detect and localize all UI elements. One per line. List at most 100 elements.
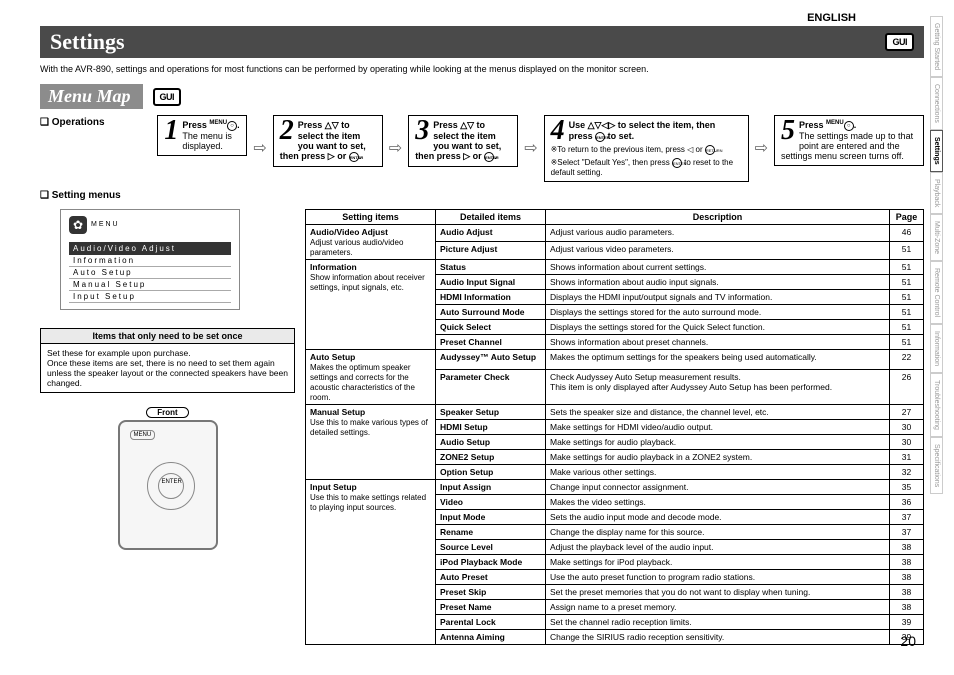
detail-cell: Antenna Aiming <box>436 629 546 644</box>
page-cell: 37 <box>890 524 924 539</box>
menu-map-row: Menu Map GUI <box>40 84 924 109</box>
set-once-body: Set these for example upon purchase. Onc… <box>41 344 294 392</box>
side-tab[interactable]: Remote Control <box>930 261 943 324</box>
detail-cell: Picture Adjust <box>436 242 546 260</box>
description-cell: Adjust various audio parameters. <box>546 224 890 242</box>
description-cell: Adjust the playback level of the audio i… <box>546 539 890 554</box>
left-column: ✿ MENU Audio/Video Adjust Information Au… <box>40 209 295 645</box>
detail-cell: Auto Surround Mode <box>436 304 546 319</box>
table-row: InformationShow information about receiv… <box>306 259 924 274</box>
step-2: 2 Press △▽ to select the item you want t… <box>273 115 383 167</box>
description-cell: Assign name to a preset memory. <box>546 599 890 614</box>
menu-label: MENU <box>91 221 120 228</box>
detail-cell: ZONE2 Setup <box>436 449 546 464</box>
th-detail: Detailed items <box>436 209 546 224</box>
settings-table-wrap: Setting items Detailed items Description… <box>305 209 924 645</box>
setting-menus-heading: Setting menus <box>40 190 924 201</box>
description-cell: Displays the HDMI input/output signals a… <box>546 289 890 304</box>
description-cell: Set the preset memories that you do not … <box>546 584 890 599</box>
step-number: 1 <box>164 120 178 142</box>
enter-button-icon: ENTER <box>595 132 605 142</box>
step-number: 4 <box>551 120 565 142</box>
side-tab[interactable]: Playback <box>930 172 943 214</box>
description-cell: Make settings for HDMI video/audio outpu… <box>546 419 890 434</box>
th-page: Page <box>890 209 924 224</box>
gui-badge-icon: GUI <box>885 33 914 51</box>
detail-cell: Audyssey™ Auto Setup <box>436 349 546 370</box>
side-tab[interactable]: Settings <box>930 130 943 172</box>
detail-cell: Quick Select <box>436 319 546 334</box>
arrow-icon: ⇨ <box>253 138 266 158</box>
side-tab[interactable]: Multi-Zone <box>930 214 943 261</box>
page-cell: 22 <box>890 349 924 370</box>
table-row: Auto SetupMakes the optimum speaker sett… <box>306 349 924 370</box>
enter-button-icon: ENTER <box>484 152 494 162</box>
detail-cell: Preset Skip <box>436 584 546 599</box>
description-cell: Change the SIRIUS radio reception sensit… <box>546 629 890 644</box>
menu-item: Auto Setup <box>69 267 231 279</box>
step-4: 4 Use △▽◁▷ to select the item, then pres… <box>544 115 749 182</box>
setting-item-cell: Manual SetupUse this to make various typ… <box>306 404 436 479</box>
menu-button-icon: ○ <box>844 121 854 131</box>
menu-diagram: ✿ MENU Audio/Video Adjust Information Au… <box>60 209 240 310</box>
page-cell: 51 <box>890 319 924 334</box>
description-cell: Make settings for audio playback. <box>546 434 890 449</box>
settings-table: Setting items Detailed items Description… <box>305 209 924 645</box>
step-5-tail: The settings made up to that point are e… <box>781 131 913 161</box>
page-cell: 37 <box>890 509 924 524</box>
arrow-icon: ⇨ <box>389 138 402 158</box>
page-cell: 51 <box>890 259 924 274</box>
setting-item-cell: Audio/Video AdjustAdjust various audio/v… <box>306 224 436 259</box>
menu-item-highlighted: Audio/Video Adjust <box>69 242 231 255</box>
page-cell: 39 <box>890 614 924 629</box>
step-1: 1 Press MENU○. The menu is displayed. <box>157 115 247 156</box>
manual-page: ENGLISH Settings GUI With the AVR-890, s… <box>0 0 954 657</box>
description-cell: Shows information about preset channels. <box>546 334 890 349</box>
description-cell: Change the display name for this source. <box>546 524 890 539</box>
detail-cell: Audio Adjust <box>436 224 546 242</box>
description-cell: Make settings for iPod playback. <box>546 554 890 569</box>
detail-cell: Source Level <box>436 539 546 554</box>
page-title: Settings <box>50 29 125 55</box>
description-cell: Change input connector assignment. <box>546 479 890 494</box>
gui-badge-icon: GUI <box>153 88 182 106</box>
page-cell: 46 <box>890 224 924 242</box>
side-tab[interactable]: Connections <box>930 77 943 130</box>
steps-row: 1 Press MENU○. The menu is displayed. ⇨ … <box>157 115 924 182</box>
detail-cell: Input Assign <box>436 479 546 494</box>
detail-cell: Preset Channel <box>436 334 546 349</box>
detail-cell: HDMI Setup <box>436 419 546 434</box>
remote-diagram: Front ENTER MENU <box>40 407 295 550</box>
description-cell: Make various other settings. <box>546 464 890 479</box>
page-cell: 27 <box>890 404 924 419</box>
return-button-icon: RETURN <box>705 145 715 155</box>
detail-cell: Status <box>436 259 546 274</box>
table-row: Audio/Video AdjustAdjust various audio/v… <box>306 224 924 242</box>
page-cell: 30 <box>890 434 924 449</box>
detail-cell: Parental Lock <box>436 614 546 629</box>
setting-item-cell: Input SetupUse this to make settings rel… <box>306 479 436 644</box>
page-number: 20 <box>900 633 916 649</box>
side-tab[interactable]: Information <box>930 324 943 373</box>
page-cell: 51 <box>890 334 924 349</box>
side-tab[interactable]: Troubleshooting <box>930 373 943 437</box>
table-row: Manual SetupUse this to make various typ… <box>306 404 924 419</box>
description-cell: Makes the video settings. <box>546 494 890 509</box>
description-cell: Displays the settings stored for the aut… <box>546 304 890 319</box>
menu-button-icon: ○ <box>227 121 237 131</box>
detail-cell: Auto Preset <box>436 569 546 584</box>
description-cell: Make settings for audio playback in a ZO… <box>546 449 890 464</box>
arrow-icon: ⇨ <box>524 138 537 158</box>
side-tab[interactable]: Specifications <box>930 437 943 494</box>
language-label: ENGLISH <box>40 12 924 24</box>
description-cell: Adjust various video parameters. <box>546 242 890 260</box>
detail-cell: Audio Setup <box>436 434 546 449</box>
menu-map-heading: Menu Map <box>40 84 143 109</box>
detail-cell: Input Mode <box>436 509 546 524</box>
set-once-box: Items that only need to be set once Set … <box>40 328 295 393</box>
step-number: 3 <box>415 120 429 142</box>
side-tab[interactable]: Getting Started <box>930 16 943 77</box>
step-number: 2 <box>280 120 294 142</box>
page-cell: 38 <box>890 599 924 614</box>
step-number: 5 <box>781 120 795 142</box>
